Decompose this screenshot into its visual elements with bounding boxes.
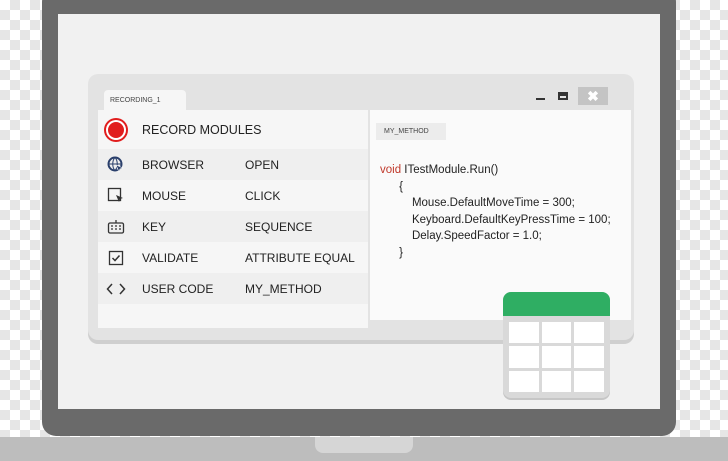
record-icon[interactable]	[108, 121, 124, 138]
module-value: ATTRIBUTE EQUAL	[245, 250, 355, 265]
module-name: MOUSE	[142, 188, 187, 203]
module-value: OPEN	[245, 157, 280, 172]
code-brace-open: {	[399, 180, 404, 193]
table-cell	[541, 370, 572, 392]
checkbox-icon	[98, 250, 134, 266]
modules-panel: RECORD MODULES BROWSER OPEN MOUSE CLICK …	[98, 110, 368, 328]
data-table-icon	[503, 292, 610, 398]
modules-title: RECORD MODULES	[142, 122, 262, 137]
list-item-browser[interactable]: BROWSER OPEN	[98, 149, 368, 180]
code-brackets-icon	[98, 282, 134, 296]
close-button[interactable]: ✖	[578, 87, 608, 105]
module-name: KEY	[142, 219, 167, 234]
list-item-key[interactable]: KEY SEQUENCE	[98, 211, 368, 242]
module-name: BROWSER	[142, 157, 205, 172]
keyboard-icon	[98, 219, 134, 235]
code-line: Delay.SpeedFactor = 1.0;	[411, 230, 542, 242]
laptop-notch	[315, 437, 413, 453]
minimize-icon	[535, 98, 545, 100]
list-item-user-code[interactable]: USER CODE MY_METHOD	[98, 273, 368, 304]
code-line: Keyboard.DefaultKeyPressTime = 100;	[411, 213, 611, 226]
table-cell	[574, 322, 604, 344]
table-grid	[509, 322, 604, 392]
code-line: Mouse.DefaultMoveTime = 300;	[411, 197, 575, 209]
module-name: VALIDATE	[142, 250, 199, 265]
maximize-button[interactable]	[554, 88, 572, 104]
window-controls: ✖	[532, 87, 608, 105]
code-signature: ITestModule.Run()	[401, 164, 499, 176]
tab-my-method[interactable]: MY_METHOD	[376, 123, 446, 140]
table-cell	[509, 322, 539, 344]
module-name: USER CODE	[142, 281, 214, 296]
table-cell	[574, 370, 604, 392]
table-cell	[541, 322, 572, 344]
tab-recording[interactable]: RECORDING_1	[104, 90, 186, 110]
code-brace-close: }	[399, 246, 404, 259]
code-block[interactable]: void ITestModule.Run() { Mouse.DefaultMo…	[380, 162, 611, 261]
table-cell	[574, 346, 604, 368]
table-cell	[509, 346, 539, 368]
minimize-button[interactable]	[532, 88, 548, 104]
click-icon	[98, 187, 134, 205]
maximize-icon	[558, 92, 568, 100]
code-keyword: void	[380, 164, 402, 176]
table-cell	[509, 370, 539, 392]
module-value: CLICK	[245, 188, 281, 203]
code-editor-panel[interactable]: MY_METHOD void ITestModule.Run() { Mouse…	[370, 110, 631, 320]
module-value: SEQUENCE	[245, 219, 313, 234]
cursor-globe-icon	[98, 156, 134, 174]
table-cell	[541, 346, 572, 368]
list-item-mouse[interactable]: MOUSE CLICK	[98, 180, 368, 211]
table-header-bar	[503, 292, 610, 316]
modules-header: RECORD MODULES	[98, 110, 368, 149]
list-item-validate[interactable]: VALIDATE ATTRIBUTE EQUAL	[98, 242, 368, 273]
module-value: MY_METHOD	[245, 281, 322, 296]
